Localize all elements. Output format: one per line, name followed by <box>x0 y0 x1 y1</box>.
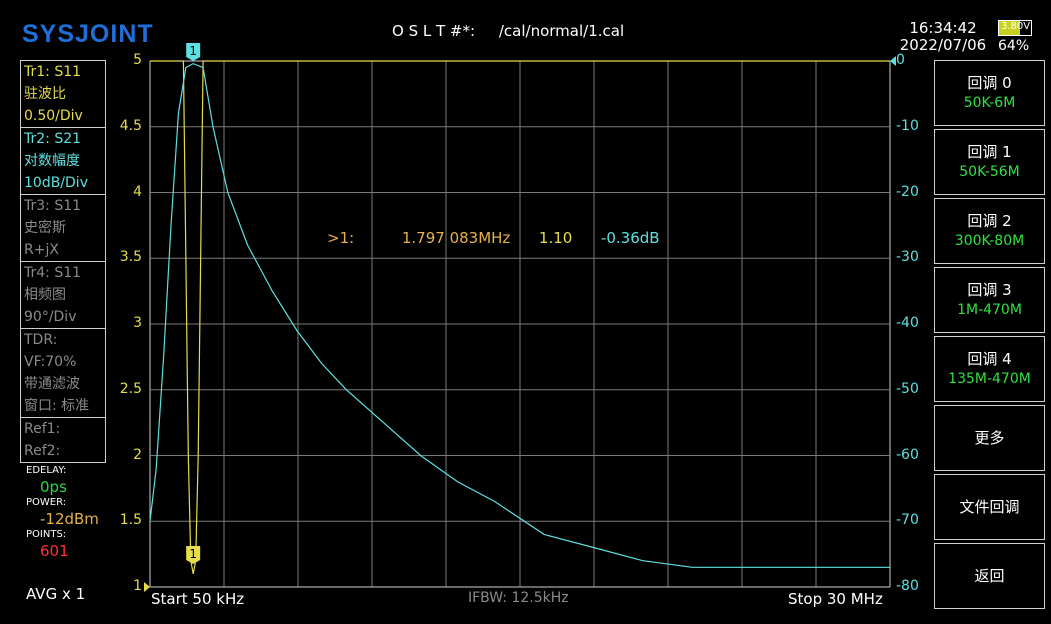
ifbw[interactable]: IFBW: 12.5kHz <box>468 590 569 606</box>
file-recall-label: 文件回调 <box>959 498 1020 516</box>
marker-id: >1: <box>327 229 355 247</box>
stop-frequency[interactable]: Stop 30 MHz <box>788 590 883 608</box>
marker-1-top-label: 1 <box>189 44 197 58</box>
left-axis-tick: 1 <box>133 578 142 594</box>
back-label: 返回 <box>974 567 1005 585</box>
file-recall-button[interactable]: 文件回调 <box>934 474 1045 540</box>
right-axis-tick: -20 <box>896 183 919 200</box>
recall-0-range: 50K-6M <box>963 95 1016 111</box>
right-axis-tick: -40 <box>896 315 919 331</box>
left-axis-tick: 1.5 <box>119 512 142 529</box>
start-frequency[interactable]: Start 50 kHz <box>151 590 244 608</box>
recall-2-button[interactable]: 回调 2 300K-80M <box>934 198 1045 264</box>
left-axis-tick: 3.5 <box>119 249 142 266</box>
plot-area[interactable]: 11 <box>0 0 1051 624</box>
right-axis-tick: -60 <box>896 446 919 463</box>
right-axis-tick: -10 <box>896 117 919 134</box>
more-label: 更多 <box>974 429 1005 447</box>
left-axis-tick: 5 <box>133 52 142 68</box>
marker-swr: 1.10 <box>538 229 573 247</box>
recall-4-button[interactable]: 回调 4 135M-470M <box>934 336 1045 402</box>
more-button[interactable]: 更多 <box>934 405 1045 471</box>
right-axis-tick: -30 <box>896 249 919 266</box>
plot-grid <box>149 60 891 588</box>
marker-readout: >1: 1.797 083MHz 1.10 -0.36dB <box>327 229 660 247</box>
right-axis-tick: -70 <box>896 512 919 529</box>
recall-1-title: 回调 1 <box>967 143 1012 161</box>
recall-0-button[interactable]: 回调 0 50K-6M <box>934 60 1045 126</box>
recall-1-range: 50K-56M <box>959 164 1020 180</box>
left-ref-arrow-icon <box>144 582 150 592</box>
back-button[interactable]: 返回 <box>934 543 1045 609</box>
marker-db: -0.36dB <box>600 229 660 247</box>
right-axis-tick: -50 <box>896 380 919 397</box>
recall-0-title: 回调 0 <box>967 74 1012 92</box>
recall-2-title: 回调 2 <box>967 212 1012 230</box>
right-axis-tick: 0 <box>896 52 905 68</box>
left-axis-tick: 4.5 <box>119 117 142 134</box>
left-axis-tick: 2.5 <box>119 380 142 397</box>
left-axis-tick: 2 <box>133 446 142 463</box>
recall-3-range: 1M-470M <box>957 302 1022 318</box>
recall-3-button[interactable]: 回调 3 1M-470M <box>934 267 1045 333</box>
recall-3-title: 回调 3 <box>967 281 1012 299</box>
recall-1-button[interactable]: 回调 1 50K-56M <box>934 129 1045 195</box>
marker-frequency: 1.797 083MHz <box>401 229 511 247</box>
left-axis-tick: 3 <box>133 315 142 331</box>
marker-1-bottom-label: 1 <box>189 547 197 561</box>
left-axis-tick: 4 <box>133 183 142 200</box>
recall-4-title: 回调 4 <box>967 350 1012 368</box>
right-axis-tick: -80 <box>896 578 919 594</box>
recall-2-range: 300K-80M <box>954 233 1025 249</box>
recall-4-range: 135M-470M <box>948 371 1031 387</box>
